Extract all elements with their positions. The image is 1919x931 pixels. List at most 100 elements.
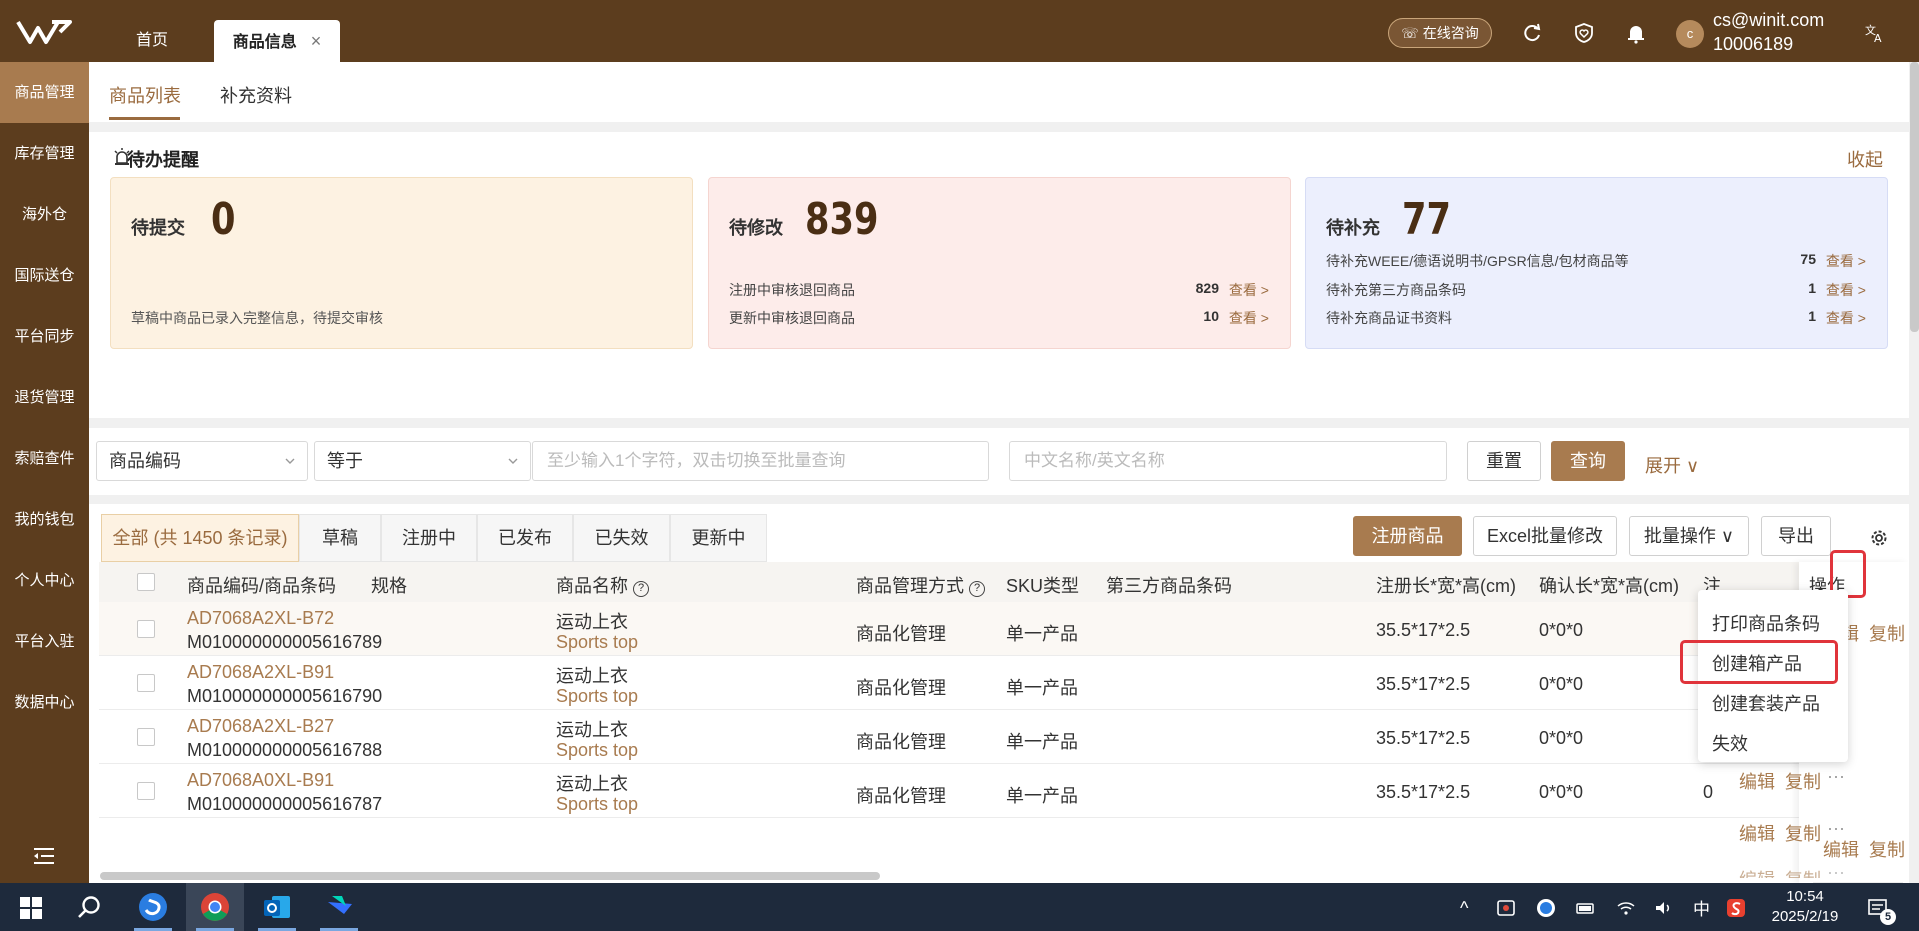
heart-shield-icon[interactable] [1573,22,1595,44]
menu-item-create-bundle-product[interactable]: 创建套装产品 [1712,690,1820,716]
table-row[interactable]: AD7068A2XL-B91 M010000000005616790 运动上衣 … [99,656,1899,710]
tab-product-info[interactable]: 商品信息 × [214,20,340,62]
vertical-scrollbar[interactable] [1910,62,1919,332]
register-product-button[interactable]: 注册商品 [1353,516,1462,556]
view-link[interactable]: 查看 > [1826,308,1866,328]
close-icon[interactable]: × [311,31,322,51]
row-checkbox[interactable] [137,674,155,692]
status-tab-registering[interactable]: 注册中 [381,514,477,562]
copy-link[interactable]: 复制 [1785,820,1821,846]
export-button[interactable]: 导出 [1761,516,1831,556]
name-search-input[interactable]: 中文名称/英文名称 [1009,441,1447,481]
wifi-icon[interactable] [1616,898,1636,918]
row-checkbox[interactable] [137,728,155,746]
chrome-taskbar-icon[interactable] [186,883,244,931]
avatar[interactable]: c [1676,20,1704,48]
sidebar-item-returns[interactable]: 退货管理 [0,367,89,428]
sidebar-item-inventory[interactable]: 库存管理 [0,123,89,184]
code-search-input[interactable]: 至少输入1个字符，双击切换至批量查询 [532,441,989,481]
sogou-ime-icon[interactable] [1726,898,1746,918]
product-code-link[interactable]: AD7068A0XL-B91 [187,770,334,791]
status-tab-invalid[interactable]: 已失效 [573,514,670,562]
select-all-checkbox[interactable] [137,573,155,591]
edit-link[interactable]: 编辑 [1823,836,1859,862]
management-mode: 商品化管理 [856,624,946,644]
status-tab-all[interactable]: 全部 (共 1450 条记录) [101,514,299,562]
product-code-link[interactable]: AD7068A2XL-B91 [187,662,334,683]
table-row[interactable]: AD7068A0XL-B91 M010000000005616787 运动上衣 … [99,764,1899,818]
sidebar-item-platform-onboarding[interactable]: 平台入驻 [0,611,89,672]
table-row[interactable]: AD7068A2XL-B27 M010000000005616788 运动上衣 … [99,710,1899,764]
ime-indicator[interactable]: 中 [1693,895,1710,920]
sidebar-item-overseas-warehouse[interactable]: 海外仓 [0,184,89,245]
todo-panel: 待办提醒 收起 待提交 0 草稿中商品已录入完整信息，待提交审核 待修改 839… [89,132,1909,418]
more-actions-icon[interactable]: ··· [1827,862,1845,878]
table-row[interactable]: AD7068A2XL-B72 M010000000005616789 运动上衣 … [99,602,1899,656]
translate-icon[interactable]: 文 A [1864,22,1886,44]
menu-item-print-barcode[interactable]: 打印商品条码 [1712,610,1820,636]
sidebar-item-claims[interactable]: 索赔查件 [0,428,89,489]
more-actions-icon[interactable]: ··· [1827,818,1845,839]
status-tab-draft[interactable]: 草稿 [299,514,381,562]
todo-card-pending-submit[interactable]: 待提交 0 草稿中商品已录入完整信息，待提交审核 [110,177,693,349]
copy-link[interactable]: 复制 [1869,620,1905,646]
excel-batch-edit-button[interactable]: Excel批量修改 [1473,516,1617,556]
sidebar-item-international-delivery[interactable]: 国际送仓 [0,245,89,306]
status-tab-updating[interactable]: 更新中 [670,514,767,562]
status-tab-published[interactable]: 已发布 [477,514,573,562]
todo-card-pending-modify[interactable]: 待修改 839 注册中审核退回商品 829 查看 > 更新中审核退回商品 10 … [708,177,1291,349]
user-email[interactable]: cs@winit.com [1713,10,1824,31]
sidebar-item-product-management[interactable]: 商品管理 [0,62,89,123]
volume-icon[interactable] [1654,898,1674,918]
horizontal-scrollbar[interactable] [100,872,880,880]
windows-start-icon[interactable] [20,897,42,919]
outlook-taskbar-icon[interactable] [248,883,306,931]
sidebar-item-platform-sync[interactable]: 平台同步 [0,306,89,367]
refresh-icon[interactable] [1521,22,1543,44]
view-link[interactable]: 查看 > [1229,280,1269,300]
copy-link[interactable]: 复制 [1785,768,1821,794]
edit-link[interactable]: 编辑 [1739,866,1775,878]
tab-home[interactable]: 首页 [112,20,192,62]
row-checkbox[interactable] [137,782,155,800]
operator-select[interactable]: 等于 [314,441,531,481]
batch-operation-button[interactable]: 批量操作 ∨ [1629,516,1749,556]
menu-collapse-icon[interactable] [34,847,54,865]
chevron-up-icon[interactable]: ^ [1460,898,1480,918]
subtab-product-list[interactable]: 商品列表 [109,82,181,108]
view-link[interactable]: 查看 > [1826,280,1866,300]
sidebar-item-data-center[interactable]: 数据中心 [0,672,89,733]
menu-item-invalidate[interactable]: 失效 [1712,730,1748,756]
copy-link[interactable]: 复制 [1869,836,1905,862]
reset-button[interactable]: 重置 [1467,441,1541,481]
view-link[interactable]: 查看 > [1826,251,1866,271]
copy-link[interactable]: 复制 [1785,866,1821,878]
field-select[interactable]: 商品编码 [96,441,308,481]
row-checkbox[interactable] [137,620,155,638]
query-button[interactable]: 查询 [1551,441,1625,481]
product-code-link[interactable]: AD7068A2XL-B72 [187,608,334,629]
sidebar-item-personal-center[interactable]: 个人中心 [0,550,89,611]
search-icon[interactable] [76,895,102,921]
todo-card-pending-supplement[interactable]: 待补充 77 待补充WEEE/德语说明书/GPSR信息/包材商品等 75 查看 … [1305,177,1888,349]
app-taskbar-icon[interactable] [310,883,368,931]
tray-app-icon[interactable] [1536,898,1556,918]
view-link[interactable]: 查看 > [1229,308,1269,328]
more-actions-icon[interactable]: ··· [1827,766,1845,787]
gear-icon[interactable] [1869,528,1889,548]
subtab-supplementary[interactable]: 补充资料 [220,82,292,108]
online-consult-button[interactable]: ☏ 在线咨询 [1388,18,1492,48]
bell-icon[interactable] [1625,22,1647,44]
expand-link[interactable]: 展开 ∨ [1645,452,1699,478]
winit-logo-icon[interactable] [16,18,72,46]
system-clock[interactable]: 10:54 2025/2/19 [1764,887,1846,927]
tray-app-icon[interactable] [1496,898,1516,918]
sogou-browser-taskbar-icon[interactable] [124,883,182,931]
product-code-link[interactable]: AD7068A2XL-B27 [187,716,334,737]
edit-link[interactable]: 编辑 [1739,820,1775,846]
sidebar-item-wallet[interactable]: 我的钱包 [0,489,89,550]
help-icon[interactable]: ? [969,581,986,597]
help-icon[interactable]: ? [633,581,650,597]
edit-link[interactable]: 编辑 [1739,768,1775,794]
todo-collapse-link[interactable]: 收起 [1847,146,1883,172]
